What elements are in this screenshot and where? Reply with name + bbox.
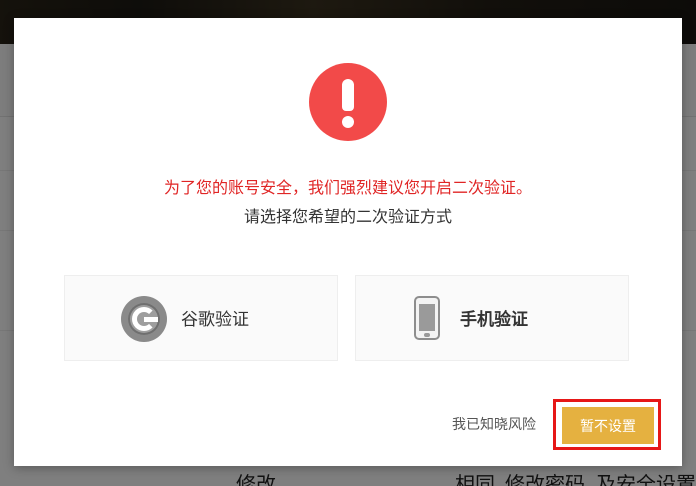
phone-verification-option[interactable]: 手机验证 [355, 275, 629, 361]
google-verification-option[interactable]: 谷歌验证 [64, 275, 338, 361]
google-authenticator-icon [121, 296, 167, 342]
verification-method-prompt: 请选择您希望的二次验证方式 [243, 207, 452, 226]
phone-verification-label: 手机验证 [460, 310, 528, 330]
exclamation-alert-icon [309, 63, 387, 141]
google-verification-label: 谷歌验证 [181, 310, 249, 330]
skip-setup-button[interactable]: 暂不设置 [562, 407, 654, 444]
acknowledge-risk-link[interactable]: 我已知晓风险 [452, 415, 536, 435]
two-factor-modal: 为了您的账号安全，我们强烈建议您开启二次验证。 请选择您希望的二次验证方式 谷歌… [14, 18, 682, 466]
mobile-phone-icon [414, 296, 440, 340]
security-warning-text: 为了您的账号安全，我们强烈建议您开启二次验证。 [163, 178, 532, 197]
